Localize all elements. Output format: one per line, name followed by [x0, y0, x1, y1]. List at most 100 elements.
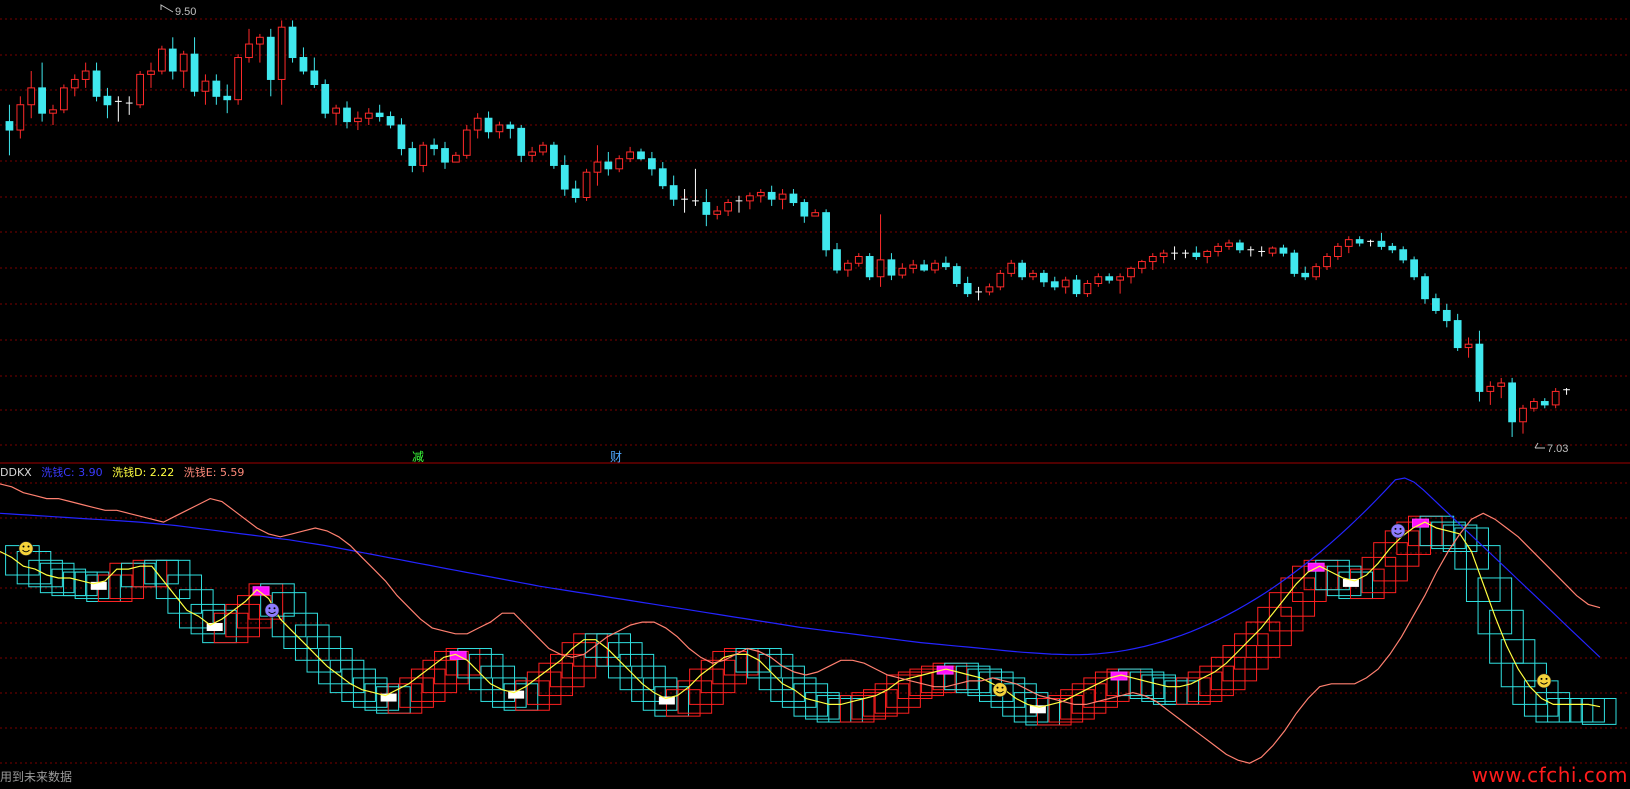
candle-body [550, 144, 558, 166]
candle [963, 276, 972, 297]
candle-body [822, 212, 830, 251]
falling-box [294, 624, 330, 661]
candle [713, 205, 722, 220]
candle-body [1432, 298, 1440, 311]
rising-box [538, 662, 574, 697]
candle-body [1486, 385, 1495, 392]
rising-box [1245, 621, 1281, 658]
candle-body [1148, 256, 1157, 263]
candle-body [1355, 239, 1364, 244]
candle [1279, 244, 1288, 257]
candle [1323, 253, 1331, 270]
candle [430, 138, 438, 156]
falling-box [1152, 677, 1188, 705]
candle-body [724, 202, 732, 212]
candle-body [256, 36, 264, 45]
candle [506, 121, 515, 139]
candle [1399, 246, 1408, 264]
high-arrow-icon [160, 4, 174, 13]
candle [952, 263, 961, 287]
candle [1127, 266, 1135, 284]
candle [1018, 259, 1026, 281]
candle [288, 20, 297, 63]
candle-body [1453, 320, 1462, 349]
candle [1290, 249, 1299, 277]
candle [789, 189, 798, 206]
candle-body [179, 53, 188, 72]
candle-body [517, 127, 526, 156]
candle [1312, 263, 1320, 281]
candle [865, 253, 874, 281]
candle [16, 96, 25, 139]
candle [484, 111, 493, 139]
candle-body [1061, 279, 1070, 288]
candle-body [637, 151, 645, 160]
series-line [0, 521, 1601, 708]
candle [920, 259, 928, 272]
rising-box [723, 648, 759, 676]
candle [60, 84, 68, 114]
falling-box [16, 551, 52, 585]
candle-body [1083, 282, 1092, 295]
falling-box [816, 695, 852, 723]
smiley-face [1390, 523, 1406, 539]
smiley-icon [992, 682, 1008, 697]
falling-box [1442, 524, 1478, 552]
candle [1442, 303, 1451, 328]
candle-body [1530, 401, 1538, 409]
candle [27, 71, 36, 119]
smiley-face [264, 602, 280, 618]
candle [103, 87, 112, 119]
candle [234, 54, 242, 105]
candle-body [1159, 252, 1168, 258]
candle [473, 113, 482, 139]
smiley-eye [1545, 677, 1548, 680]
candle-body [375, 112, 384, 118]
candle [1519, 404, 1527, 434]
falling-box [1129, 671, 1165, 699]
candle-body [626, 151, 634, 160]
candle-body [942, 262, 950, 268]
candle-body [615, 158, 624, 170]
indicator-header: DDKX 洗钱C: 3.90 洗钱D: 2.22 洗钱E: 5.59 [0, 464, 250, 480]
candle [1061, 276, 1070, 294]
smiley-eye [22, 545, 25, 548]
candle-body [898, 267, 907, 276]
legend-e: 洗钱E: 5.59 [183, 466, 245, 479]
low-price-label: 7.03 [1547, 443, 1568, 455]
candle [517, 124, 526, 163]
candle [1301, 266, 1310, 281]
candle [898, 263, 907, 279]
candle [1007, 259, 1016, 277]
signal-marker-reduce: 减 [412, 450, 425, 464]
candle [985, 283, 994, 296]
falling-box [584, 633, 620, 658]
candle [299, 47, 308, 75]
candle-body [1029, 272, 1037, 278]
candle-body [419, 144, 428, 166]
rising-box [550, 653, 585, 688]
candle-body [1203, 250, 1212, 258]
falling-box [1570, 698, 1605, 723]
candle-body [560, 164, 569, 190]
rising-box [132, 559, 168, 588]
candle-body [1344, 239, 1353, 247]
candle-body [452, 154, 460, 163]
candle [277, 20, 286, 105]
candle [1105, 273, 1114, 284]
candle [386, 111, 395, 129]
candle [648, 151, 656, 176]
candle [1410, 256, 1418, 281]
candle [1236, 239, 1244, 254]
candle-body [1377, 240, 1386, 247]
candle-body [582, 171, 591, 198]
candle [1203, 249, 1212, 264]
candle-body [1312, 266, 1320, 278]
candle-body [1192, 252, 1201, 258]
candle [1432, 293, 1440, 314]
candle [408, 141, 417, 173]
candle-body [539, 144, 547, 153]
indicator-lines [0, 477, 1601, 764]
candle-body [702, 202, 711, 215]
candle [844, 259, 852, 277]
